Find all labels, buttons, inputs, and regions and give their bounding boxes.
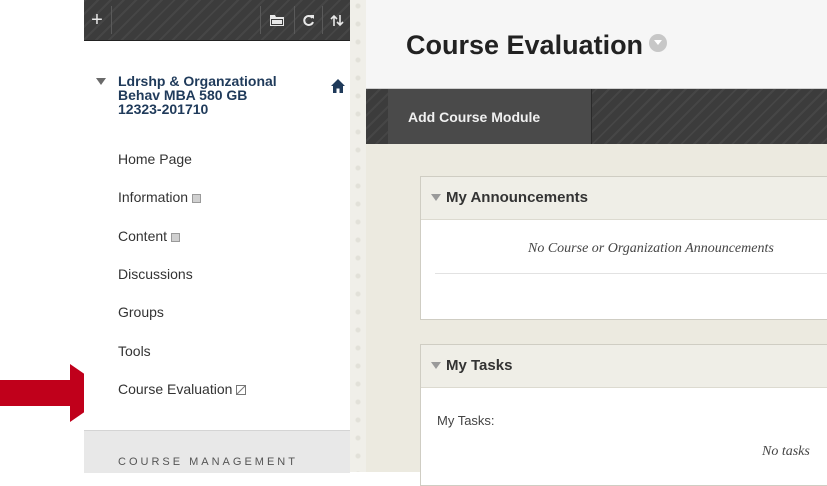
course-management-label[interactable]: COURSE MANAGEMENT [118,456,298,468]
course-title[interactable]: Ldrshp & Organzational Behav MBA 580 GB … [118,74,308,116]
menu-item-tools[interactable]: Tools [118,343,151,359]
module-title: My Tasks [446,357,513,374]
square-icon [171,233,181,242]
course-management-panel: COURSE MANAGEMENT [84,430,350,473]
folder-icon[interactable] [261,0,293,40]
add-course-module-button[interactable]: Add Course Module [388,89,592,144]
module-my-announcements: My Announcements No Course or Organizati… [420,176,827,320]
collapse-triangle-icon[interactable] [96,78,106,85]
module-header: My Announcements [421,177,827,220]
main-content: Course Evaluation Add Course Module My A… [366,0,827,486]
square-icon [192,194,202,203]
module-header: My Tasks [421,345,827,388]
divider [435,273,827,274]
menu-item-home-page[interactable]: Home Page [118,151,192,167]
tasks-empty-message: No tasks [762,444,810,459]
page-title: Course Evaluation [406,30,668,61]
course-menu-sidebar: + Ldrshp & Organzational Behav MBA 580 G… [84,0,351,473]
collapse-triangle-icon[interactable] [431,194,441,201]
menu-item-information[interactable]: Information [118,189,202,205]
home-icon[interactable] [330,78,346,94]
chevron-down-icon[interactable] [649,34,668,52]
menu-splitter[interactable] [350,0,366,472]
menu-item-course-evaluation[interactable]: Course Evaluation [118,381,247,397]
module-my-tasks: My Tasks My Tasks: No tasks [420,344,827,486]
action-bar: Add Course Module [366,89,827,144]
page-header: Course Evaluation [366,0,827,89]
menu-item-content[interactable]: Content [118,228,181,244]
menu-item-groups[interactable]: Groups [118,304,164,320]
my-tasks-label: My Tasks: [437,413,495,428]
collapse-triangle-icon[interactable] [431,362,441,369]
refresh-icon[interactable] [295,0,321,40]
sort-icon[interactable] [323,0,350,40]
menu-item-discussions[interactable]: Discussions [118,266,193,282]
hidden-square-icon [236,385,247,395]
announcements-empty-message: No Course or Organization Announcements [528,241,774,256]
sidebar-toolbar: + [84,0,350,41]
add-menu-item-button[interactable]: + [84,0,110,40]
module-title: My Announcements [446,189,588,206]
